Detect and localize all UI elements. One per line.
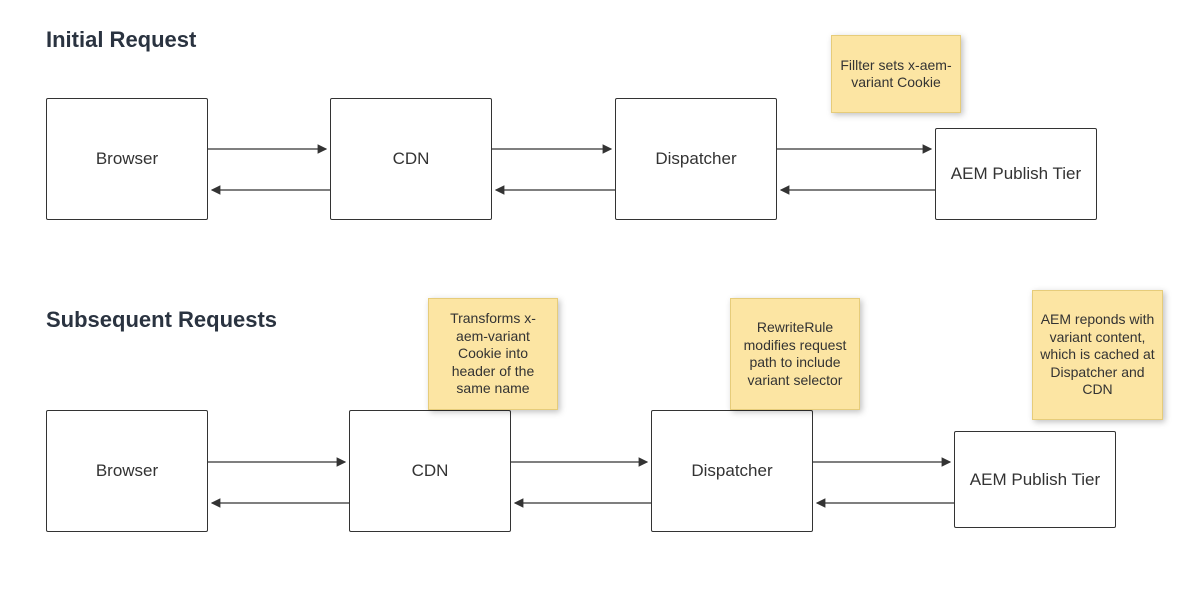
heading-subsequent-requests: Subsequent Requests <box>46 307 277 333</box>
node-label: Dispatcher <box>655 149 736 169</box>
node-label: AEM Publish Tier <box>970 470 1100 490</box>
node-label: AEM Publish Tier <box>951 164 1081 184</box>
node-label: CDN <box>393 149 430 169</box>
note-transforms: Transforms x-aem-variant Cookie into hea… <box>428 298 558 410</box>
node-cdn-1: CDN <box>330 98 492 220</box>
node-label: Dispatcher <box>691 461 772 481</box>
node-dispatcher-1: Dispatcher <box>615 98 777 220</box>
note-filter-sets: Fillter sets x-aem-variant Cookie <box>831 35 961 113</box>
node-browser-2: Browser <box>46 410 208 532</box>
node-dispatcher-2: Dispatcher <box>651 410 813 532</box>
note-text: Fillter sets x-aem-variant Cookie <box>838 57 954 92</box>
note-text: AEM reponds with variant content, which … <box>1039 311 1156 399</box>
node-browser-1: Browser <box>46 98 208 220</box>
note-text: RewriteRule modifies request path to inc… <box>737 319 853 389</box>
note-aem-responds: AEM reponds with variant content, which … <box>1032 290 1163 420</box>
heading-initial-request: Initial Request <box>46 27 196 53</box>
node-cdn-2: CDN <box>349 410 511 532</box>
node-aem-1: AEM Publish Tier <box>935 128 1097 220</box>
node-label: CDN <box>412 461 449 481</box>
node-label: Browser <box>96 149 158 169</box>
note-rewrite: RewriteRule modifies request path to inc… <box>730 298 860 410</box>
note-text: Transforms x-aem-variant Cookie into hea… <box>435 310 551 398</box>
diagram-canvas: Initial Request Subsequent Requests Brow… <box>0 0 1200 591</box>
node-label: Browser <box>96 461 158 481</box>
node-aem-2: AEM Publish Tier <box>954 431 1116 528</box>
